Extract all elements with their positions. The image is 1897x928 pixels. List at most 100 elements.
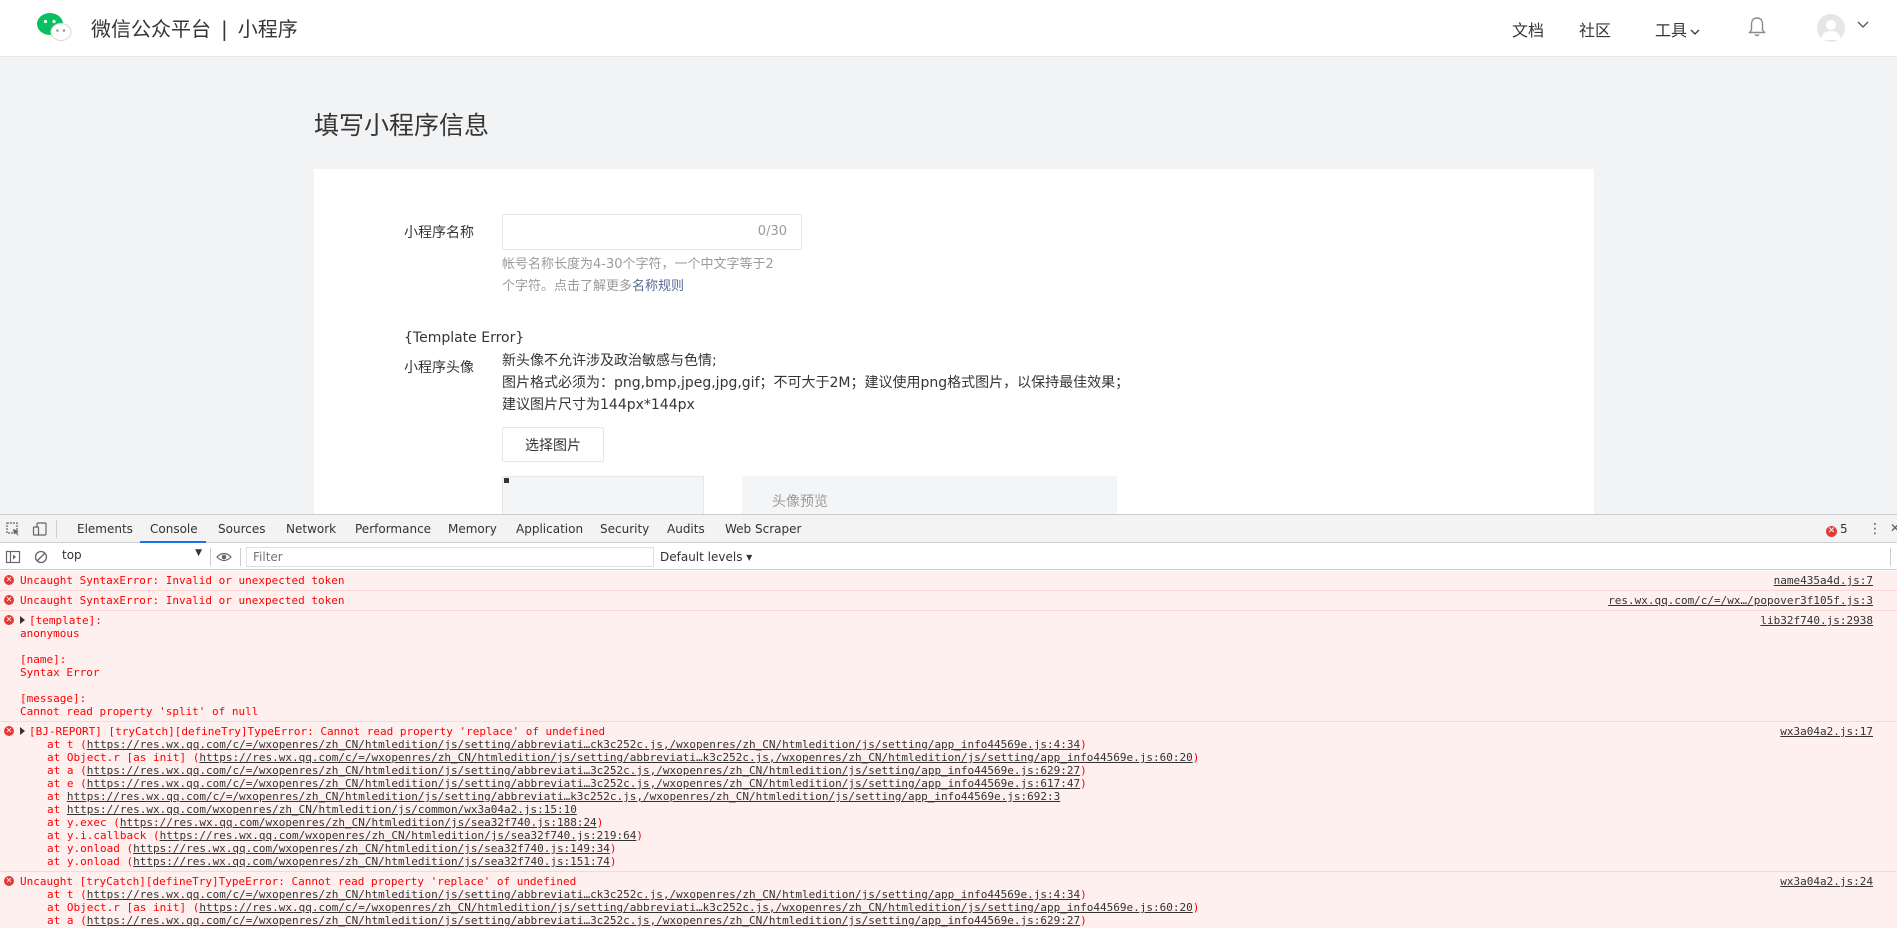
avatar-crop-area[interactable]: [502, 476, 704, 514]
active-tab-indicator: [140, 541, 206, 543]
bell-icon[interactable]: [1747, 16, 1767, 38]
error-icon: ✕: [4, 615, 14, 625]
error-icon: ✕: [4, 876, 14, 886]
name-rules-link[interactable]: 名称规则: [632, 279, 684, 294]
nav-tools-menu[interactable]: 工具: [1655, 17, 1700, 41]
wechat-logo-icon[interactable]: [36, 12, 72, 42]
avatar-req-line1: 新头像不允许涉及政治敏感与色情;: [502, 353, 717, 369]
stack-frame: at Object.r [as init] (https://res.wx.qq…: [20, 751, 1657, 764]
chevron-down-icon: [1690, 29, 1700, 35]
name-input[interactable]: [513, 215, 753, 249]
stack-link[interactable]: https://res.wx.qq.com/c/=/wxopenres/zh_C…: [199, 901, 1192, 914]
tab-elements[interactable]: Elements: [77, 522, 133, 536]
source-link[interactable]: wx3a04a2.js:17: [1780, 725, 1873, 738]
tab-network[interactable]: Network: [286, 522, 336, 536]
context-value: top: [62, 548, 82, 562]
console-filter-input[interactable]: [246, 547, 654, 567]
frame-suffix: ): [1192, 901, 1200, 914]
tab-audits[interactable]: Audits: [667, 522, 705, 536]
stack-link[interactable]: https://res.wx.qq.com/c/=/wxopenres/zh_C…: [199, 751, 1192, 764]
sidebar-toggle-icon[interactable]: [5, 549, 21, 565]
stack-link[interactable]: https://res.wx.qq.com/c/=/wxopenres/zh_C…: [87, 914, 1080, 927]
stack-frame: at a (https://res.wx.qq.com/c/=/wxopenre…: [20, 914, 1657, 927]
console-error-message[interactable]: ✕ Uncaught SyntaxError: Invalid or unexp…: [0, 571, 1897, 591]
stack-link[interactable]: https://res.wx.qq.com/c/=/wxopenres/zh_C…: [87, 738, 1080, 751]
error-icon: ✕: [4, 726, 14, 736]
name-field[interactable]: 0/30: [502, 214, 802, 250]
choose-image-button[interactable]: 选择图片: [502, 427, 604, 462]
console-error-message[interactable]: ✕ [template]: anonymous [name]: Syntax E…: [0, 611, 1897, 722]
console-error-message[interactable]: ✕ [BJ-REPORT] [tryCatch][defineTry]TypeE…: [0, 722, 1897, 872]
error-count: 5: [1840, 522, 1848, 536]
message-text: [BJ-REPORT] [tryCatch][defineTry]TypeErr…: [29, 725, 606, 738]
stack-link[interactable]: https://res.wx.qq.com/c/=/wxopenres/zh_C…: [87, 764, 1080, 777]
nav-community-link[interactable]: 社区: [1579, 17, 1611, 41]
source-link[interactable]: wx3a04a2.js:24: [1780, 875, 1873, 888]
avatar-req-line2: 图片格式必须为：png,bmp,jpeg,jpg,gif；不可大于2M；建议使用…: [502, 375, 1130, 391]
user-avatar[interactable]: [1817, 14, 1845, 42]
tab-application[interactable]: Application: [516, 522, 583, 536]
stack-frame: at t (https://res.wx.qq.com/c/=/wxopenre…: [20, 738, 1657, 751]
frame-prefix: at Object.r [as init] (: [47, 751, 200, 764]
message-detail: [name]:: [20, 653, 67, 666]
devtools-panel: Elements Console Sources Network Perform…: [0, 514, 1897, 928]
frame-prefix: at a (: [47, 914, 87, 927]
message-text: Uncaught SyntaxError: Invalid or unexpec…: [20, 574, 345, 587]
brand-title[interactable]: 微信公众平台 | 小程序: [91, 13, 298, 42]
clear-console-icon[interactable]: [33, 549, 49, 565]
stack-frame: at y.onload (https://res.wx.qq.com/wxope…: [20, 855, 1657, 868]
device-toolbar-icon[interactable]: [32, 521, 48, 537]
stack-link[interactable]: https://res.wx.qq.com/c/=/wxopenres/zh_C…: [67, 790, 1060, 803]
context-dropdown-icon: ▼: [195, 548, 202, 558]
stack-link[interactable]: https://res.wx.qq.com/c/=/wxopenres/zh_C…: [87, 777, 1080, 790]
context-select[interactable]: top ▼: [62, 548, 202, 566]
frame-suffix: ): [1192, 751, 1200, 764]
frame-prefix: at y.onload (: [47, 855, 134, 868]
tab-web-scraper[interactable]: Web Scraper: [725, 522, 801, 536]
tab-security[interactable]: Security: [600, 522, 649, 536]
expand-triangle-icon[interactable]: [20, 616, 25, 624]
frame-suffix: ): [1080, 914, 1087, 927]
account-chevron-down-icon[interactable]: [1857, 19, 1869, 29]
stack-frame: at y.onload (https://res.wx.qq.com/wxope…: [20, 842, 1657, 855]
tab-performance[interactable]: Performance: [355, 522, 431, 536]
stack-link[interactable]: https://res.wx.qq.com/wxopenres/zh_CN/ht…: [133, 855, 610, 868]
frame-suffix: ): [1080, 738, 1087, 751]
more-options-icon[interactable]: ⋮: [1868, 521, 1882, 537]
stack-link[interactable]: https://res.wx.qq.com/wxopenres/zh_CN/ht…: [67, 803, 577, 816]
message-text: Uncaught SyntaxError: Invalid or unexpec…: [20, 594, 345, 607]
console-error-message[interactable]: ✕ Uncaught [tryCatch][defineTry]TypeErro…: [0, 872, 1897, 928]
stack-frame: at a (https://res.wx.qq.com/c/=/wxopenre…: [20, 764, 1657, 777]
source-link[interactable]: name435a4d.js:7: [1774, 574, 1873, 587]
tab-memory[interactable]: Memory: [448, 522, 497, 536]
name-field-label: 小程序名称: [404, 225, 474, 241]
stack-link[interactable]: https://res.wx.qq.com/wxopenres/zh_CN/ht…: [160, 829, 637, 842]
eye-icon[interactable]: [216, 549, 232, 565]
avatar-preview: 头像预览: [742, 476, 1117, 514]
frame-suffix: ): [609, 855, 617, 868]
stack-frame: at Object.r [as init] (https://res.wx.qq…: [20, 901, 1657, 914]
stack-link[interactable]: https://res.wx.qq.com/c/=/wxopenres/zh_C…: [87, 888, 1080, 901]
log-levels-label: Default levels: [660, 550, 743, 564]
stack-frame: at https://res.wx.qq.com/c/=/wxopenres/z…: [20, 790, 1657, 803]
crop-handle[interactable]: [504, 478, 509, 483]
log-levels-dropdown[interactable]: Default levels ▾: [660, 550, 752, 564]
frame-prefix: at: [47, 803, 67, 816]
page-title: 填写小程序信息: [314, 111, 490, 140]
stack-link[interactable]: https://res.wx.qq.com/wxopenres/zh_CN/ht…: [133, 842, 610, 855]
inspect-element-icon[interactable]: [5, 521, 21, 537]
tab-sources[interactable]: Sources: [218, 522, 265, 536]
console-error-message[interactable]: ✕ Uncaught SyntaxError: Invalid or unexp…: [0, 591, 1897, 611]
tab-console[interactable]: Console: [150, 522, 198, 536]
devtools-tab-bar: Elements Console Sources Network Perform…: [0, 515, 1897, 543]
message-detail: Cannot read property 'split' of null: [20, 705, 259, 718]
expand-triangle-icon[interactable]: [20, 727, 25, 735]
brand-name: 微信公众平台: [91, 17, 211, 41]
source-link[interactable]: lib32f740.js:2938: [1760, 614, 1873, 627]
nav-docs-link[interactable]: 文档: [1512, 17, 1544, 41]
source-link[interactable]: res.wx.qq.com/c/=/wx…/popover3f105f.js:3: [1608, 594, 1873, 607]
error-count-badge[interactable]: ✕ 5: [1826, 522, 1848, 537]
stack-link[interactable]: https://res.wx.qq.com/wxopenres/zh_CN/ht…: [120, 816, 597, 829]
close-devtools-icon[interactable]: ✕: [1890, 521, 1897, 535]
